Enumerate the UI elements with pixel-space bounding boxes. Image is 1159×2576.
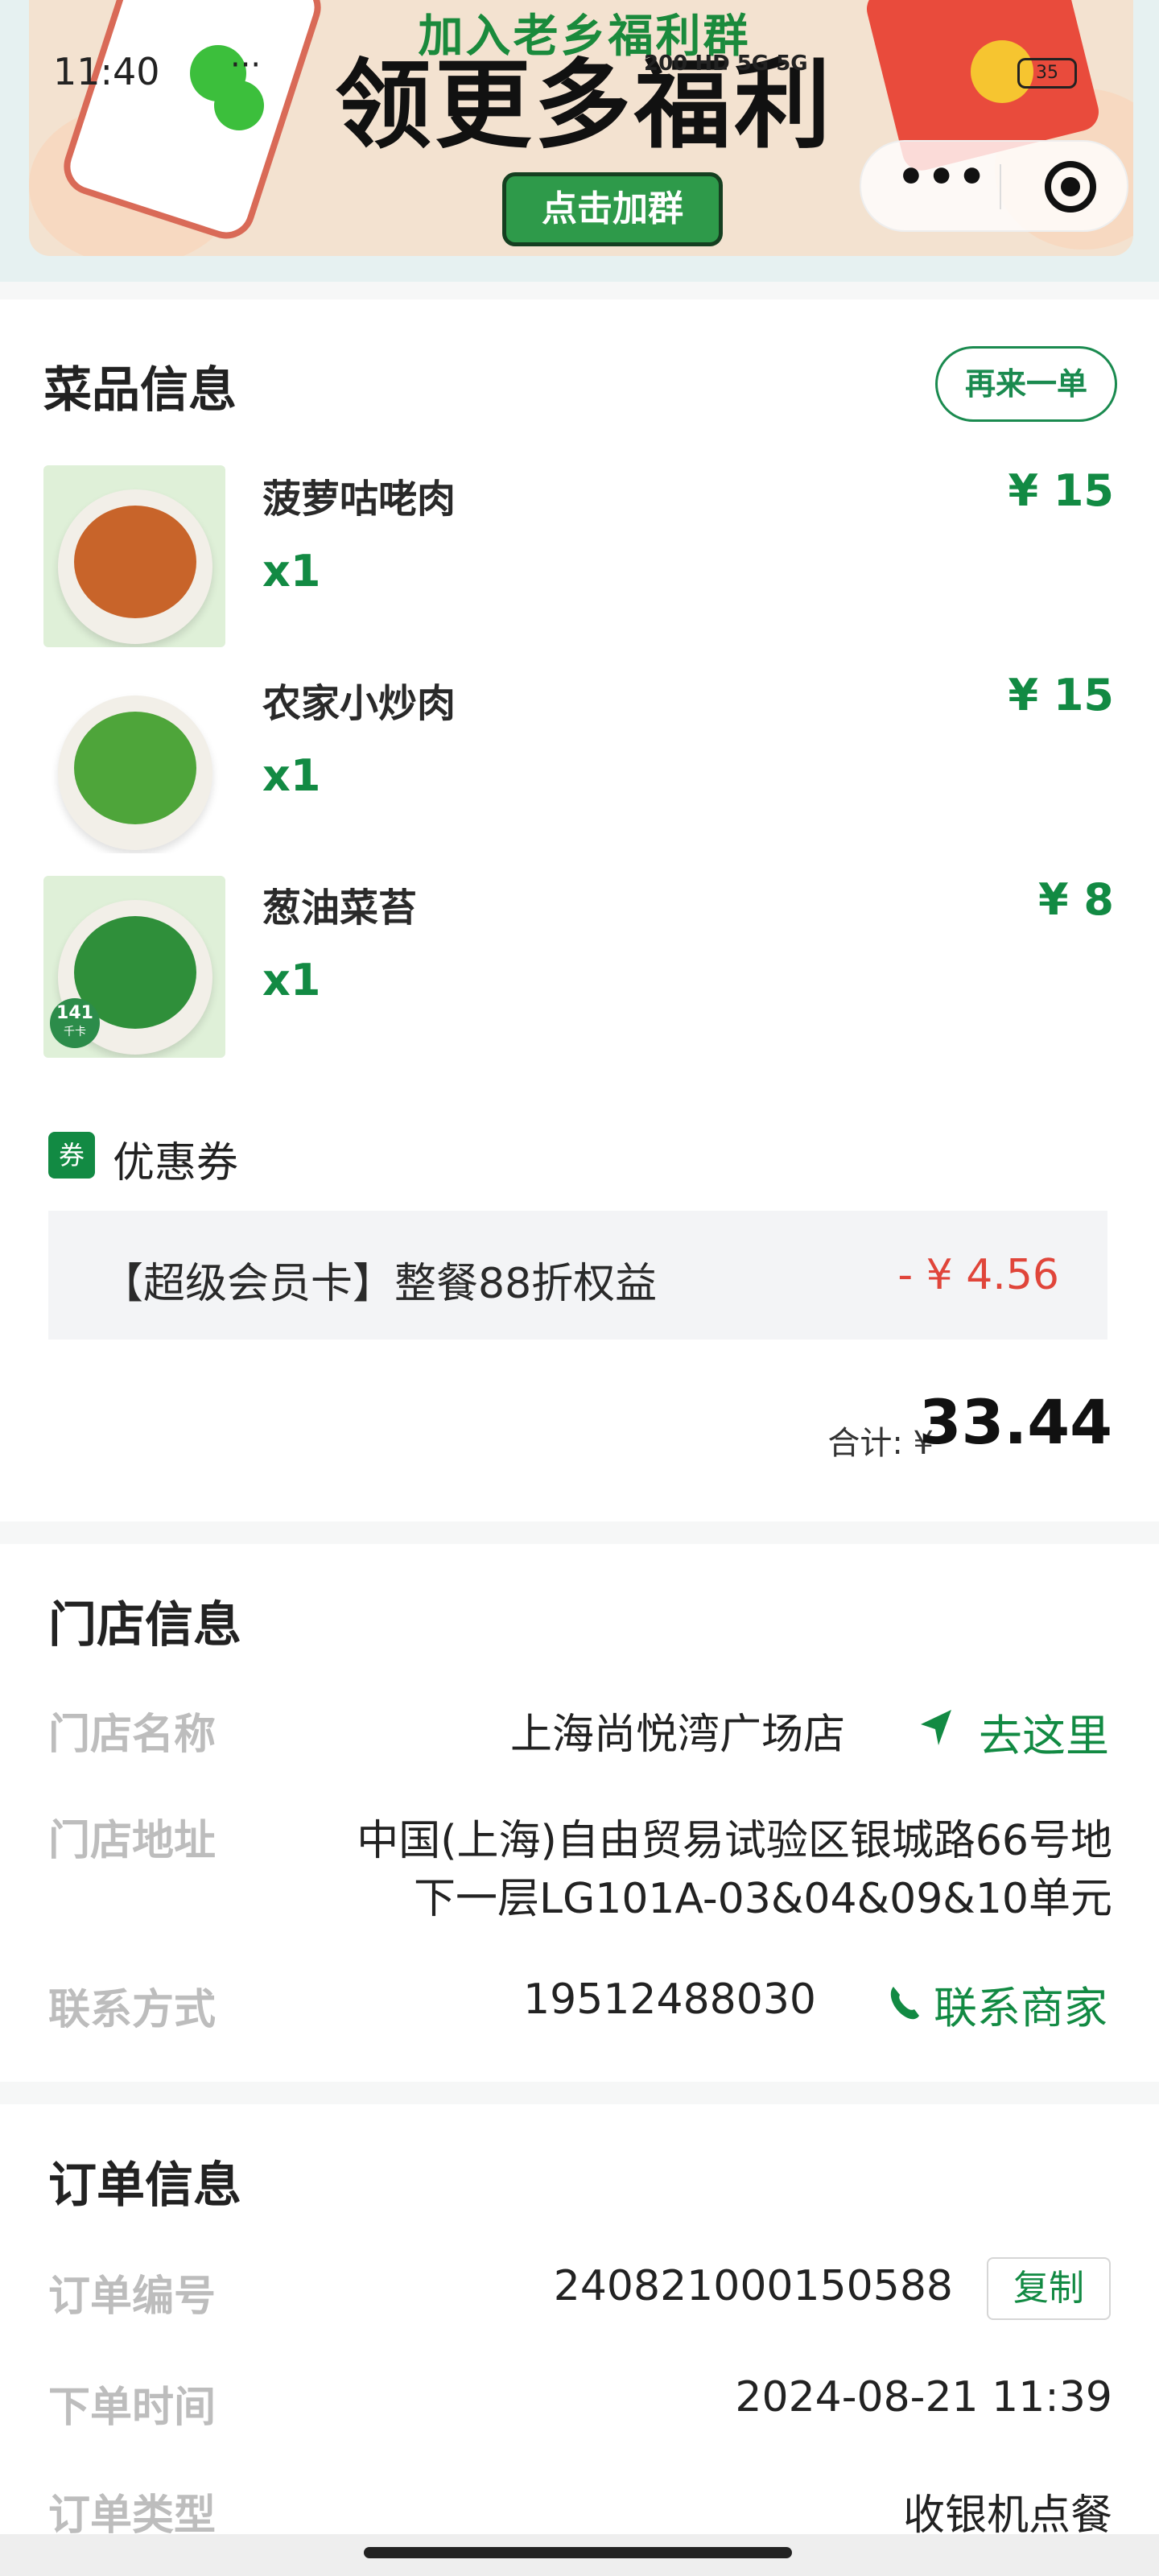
order-type-label: 订单类型 — [48, 2491, 217, 2540]
dishes-section-title: 菜品信息 — [43, 362, 237, 419]
dish-price: ¥ 15 — [1008, 465, 1114, 516]
dish-price: ¥ 15 — [1008, 670, 1114, 720]
dish-quantity: x1 — [262, 546, 321, 597]
calorie-badge: 141 千卡 — [50, 998, 100, 1048]
dish-quantity: x1 — [262, 750, 321, 801]
join-group-button[interactable]: 点击加群 — [502, 172, 723, 246]
store-address-line2: 下一层LG101A-03&04&09&10单元 — [413, 1875, 1112, 1923]
coupon-icon: 券 — [48, 1132, 95, 1179]
capsule-divider — [1000, 164, 1001, 209]
order-card: 订单信息 订单编号 240821000150588 复制 下单时间 2024-0… — [0, 2104, 1159, 2576]
dish-quantity: x1 — [262, 955, 321, 1005]
contact-label: 联系方式 — [48, 1986, 217, 2034]
dish-name: 葱油菜苔 — [262, 886, 418, 931]
coupon-name: 【超级会员卡】整餐88折权益 — [101, 1260, 658, 1308]
status-notification-dots: ··· — [230, 47, 262, 84]
home-indicator[interactable] — [364, 2547, 792, 2558]
dish-price: ¥ 8 — [1038, 874, 1114, 925]
contact-phone: 19512488030 — [523, 1975, 816, 2024]
store-address-line1: 中国(上海)自由贸易试验区银城路66号地 — [357, 1817, 1112, 1865]
dish-name: 农家小炒肉 — [262, 681, 456, 726]
miniprogram-capsule: ••• — [860, 140, 1128, 232]
order-type: 收银机点餐 — [902, 2491, 1112, 2540]
coupon-amount: - ¥ 4.56 — [897, 1251, 1059, 1299]
phone-icon — [890, 1987, 919, 2020]
dish-image — [43, 671, 225, 853]
battery-icon: 35 — [1017, 58, 1077, 89]
store-name: 上海尚悦湾广场店 — [509, 1711, 845, 1759]
order-section-title: 订单信息 — [48, 2157, 241, 2214]
dish-name: 菠萝咕咾肉 — [262, 477, 456, 522]
dishes-card: 菜品信息 再来一单 菠萝咕咾肉 x1 ¥ 15 农家小炒肉 x1 ¥ 15 14… — [0, 299, 1159, 1521]
dish-image: 141 千卡 — [43, 876, 225, 1058]
coupon-label: 优惠券 — [113, 1139, 239, 1187]
total-amount: 33.44 — [918, 1386, 1112, 1458]
order-number-label: 订单编号 — [48, 2273, 217, 2321]
total-label: 合计: ¥ — [827, 1425, 934, 1462]
status-time: 11:40 — [53, 50, 160, 93]
order-time-label: 下单时间 — [48, 2384, 217, 2432]
close-miniprogram-icon[interactable] — [1045, 161, 1096, 213]
copy-button[interactable]: 复制 — [987, 2257, 1111, 2320]
store-card: 门店信息 门店名称 上海尚悦湾广场店 去这里 门店地址 中国(上海)自由贸易试验… — [0, 1544, 1159, 2082]
contact-merchant-label: 联系商家 — [934, 1983, 1107, 2033]
navigation-arrow-icon — [921, 1710, 951, 1745]
coupon-row: 【超级会员卡】整餐88折权益 - ¥ 4.56 — [48, 1211, 1107, 1340]
store-name-label: 门店名称 — [48, 1711, 217, 1759]
navigate-label: 去这里 — [979, 1711, 1109, 1761]
dish-image — [43, 465, 225, 647]
reorder-button[interactable]: 再来一单 — [935, 346, 1117, 422]
more-icon[interactable]: ••• — [897, 151, 988, 204]
store-section-title: 门店信息 — [48, 1597, 241, 1653]
order-number: 240821000150588 — [553, 2262, 953, 2310]
order-time: 2024-08-21 11:39 — [735, 2373, 1112, 2421]
store-address-label: 门店地址 — [48, 1817, 217, 1865]
wechat-icon — [214, 80, 264, 130]
status-indicators: 200 HD 5G 5G — [644, 52, 808, 76]
